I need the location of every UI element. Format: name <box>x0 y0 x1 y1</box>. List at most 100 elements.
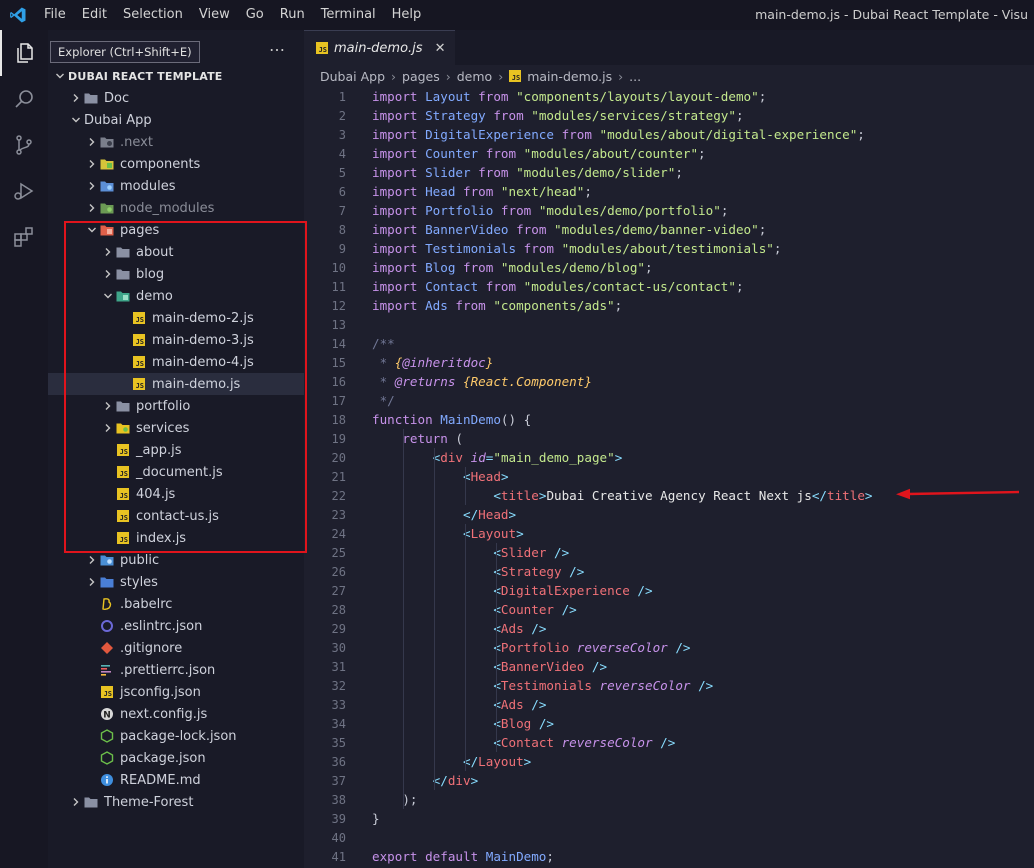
folder-icon <box>100 575 114 589</box>
tree-file[interactable]: JS _app.js <box>48 439 304 461</box>
line-number: 32 <box>331 678 346 693</box>
code-token: ); <box>372 792 418 807</box>
code-line: 25 <Slider /> <box>304 543 1034 562</box>
tree-file[interactable]: JS main-demo-4.js <box>48 351 304 373</box>
tree-file[interactable]: .prettierrc.json <box>48 659 304 681</box>
explorer-icon[interactable] <box>0 30 48 76</box>
tree-file[interactable]: Nnext.config.js <box>48 703 304 725</box>
node-icon <box>100 751 114 765</box>
menu-bar: File Edit Selection View Go Run Terminal Help <box>36 0 429 30</box>
code-text: import Blog from "modules/demo/blog"; <box>372 260 653 275</box>
code-token: "modules/contact-us/contact" <box>523 279 736 294</box>
code-token: from <box>455 184 501 199</box>
tree-file[interactable]: package-lock.json <box>48 725 304 747</box>
folder-icon <box>100 223 114 237</box>
menu-item-edit[interactable]: Edit <box>74 0 115 30</box>
tree-item-label: main-demo-4.js <box>152 354 254 370</box>
menu-item-terminal[interactable]: Terminal <box>313 0 384 30</box>
code-token: ; <box>614 298 623 313</box>
tree-file[interactable]: JS index.js <box>48 527 304 549</box>
tree-file[interactable]: package.json <box>48 747 304 769</box>
breadcrumb-item[interactable]: Dubai App <box>320 69 385 84</box>
menu-item-help[interactable]: Help <box>384 0 430 30</box>
code-line: 31 <BannerVideo /> <box>304 657 1034 676</box>
tree-file[interactable]: .eslintrc.json <box>48 615 304 637</box>
folder-icon <box>100 553 114 567</box>
tree-folder[interactable]: styles <box>48 571 304 593</box>
extensions-icon[interactable] <box>0 214 48 260</box>
code-token: /> <box>531 621 547 636</box>
tree-folder[interactable]: about <box>48 241 304 263</box>
folder-icon <box>84 795 98 809</box>
tree-file[interactable]: .babelrc <box>48 593 304 615</box>
tree-folder[interactable]: .next <box>48 131 304 153</box>
indent-guide <box>465 467 466 505</box>
run-debug-icon[interactable] <box>0 168 48 214</box>
code-token: BannerVideo <box>500 659 592 674</box>
tab-main-demo[interactable]: JS main-demo.js ✕ <box>304 30 456 65</box>
menu-item-go[interactable]: Go <box>238 0 272 30</box>
code-token: export default <box>372 849 486 864</box>
tree-folder[interactable]: modules <box>48 175 304 197</box>
tree-folder[interactable]: blog <box>48 263 304 285</box>
code-view[interactable]: 1 import Layout from "components/layouts/… <box>304 87 1034 866</box>
tree-file[interactable]: .gitignore <box>48 637 304 659</box>
tree-folder[interactable]: services <box>48 417 304 439</box>
tree-folder[interactable]: node_modules <box>48 197 304 219</box>
tree-file[interactable]: JS _document.js <box>48 461 304 483</box>
breadcrumb-item[interactable]: demo <box>457 69 492 84</box>
tree-folder[interactable]: Dubai App <box>48 109 304 131</box>
tree-file[interactable]: JS main-demo-2.js <box>48 307 304 329</box>
source-control-icon[interactable] <box>0 122 48 168</box>
code-token: </ <box>811 488 827 503</box>
menu-item-selection[interactable]: Selection <box>115 0 191 30</box>
code-token: from <box>508 222 554 237</box>
code-line: 10 import Blog from "modules/demo/blog"; <box>304 258 1034 277</box>
folder-icon <box>100 157 114 171</box>
tree-file[interactable]: JS main-demo-3.js <box>48 329 304 351</box>
line-number: 6 <box>338 184 346 199</box>
js-file-icon: JS <box>316 42 328 54</box>
tree-folder[interactable]: demo <box>48 285 304 307</box>
chevron-down-icon <box>84 225 100 235</box>
tree-folder[interactable]: Doc <box>48 87 304 109</box>
code-text: <title>Dubai Creative Agency React Next … <box>372 488 872 503</box>
close-icon[interactable]: ✕ <box>435 41 446 56</box>
code-token: @returns <box>394 374 463 389</box>
tree-folder[interactable]: Theme-Forest <box>48 791 304 813</box>
tree-file[interactable]: JS jsconfig.json <box>48 681 304 703</box>
indent-guide <box>496 543 497 752</box>
breadcrumb-item[interactable]: ... <box>629 69 641 84</box>
workspace-root[interactable]: DUBAI REACT TEMPLATE <box>48 65 304 87</box>
tree-file[interactable]: JS main-demo.js <box>48 373 304 395</box>
tree-folder[interactable]: pages <box>48 219 304 241</box>
tree-file[interactable]: JS contact-us.js <box>48 505 304 527</box>
breadcrumb-item[interactable]: main-demo.js <box>527 69 612 84</box>
menu-item-file[interactable]: File <box>36 0 74 30</box>
code-token: "modules/demo/portfolio" <box>538 203 721 218</box>
code-text: import Strategy from "modules/services/s… <box>372 108 744 123</box>
line-number: 17 <box>331 393 346 408</box>
more-actions-icon[interactable]: … <box>269 36 286 55</box>
tree-folder[interactable]: portfolio <box>48 395 304 417</box>
search-icon[interactable] <box>0 76 48 122</box>
tree-file[interactable]: JS 404.js <box>48 483 304 505</box>
code-token: "modules/about/digital-experience" <box>599 127 858 142</box>
menu-item-run[interactable]: Run <box>272 0 313 30</box>
chevron-right-icon <box>100 423 116 433</box>
code-line: 40 <box>304 828 1034 847</box>
tree-file[interactable]: README.md <box>48 769 304 791</box>
tree-item-label: Dubai App <box>84 112 152 128</box>
tree-item-label: .babelrc <box>120 596 173 612</box>
code-line: 38 ); <box>304 790 1034 809</box>
breadcrumb-separator-icon: › <box>445 68 451 84</box>
code-token: import <box>372 260 426 275</box>
code-line: 12 import Ads from "components/ads"; <box>304 296 1034 315</box>
menu-item-view[interactable]: View <box>191 0 238 30</box>
tree-folder[interactable]: public <box>48 549 304 571</box>
chevron-right-icon <box>68 797 84 807</box>
breadcrumb-item[interactable]: pages <box>402 69 440 84</box>
tree-folder[interactable]: components <box>48 153 304 175</box>
